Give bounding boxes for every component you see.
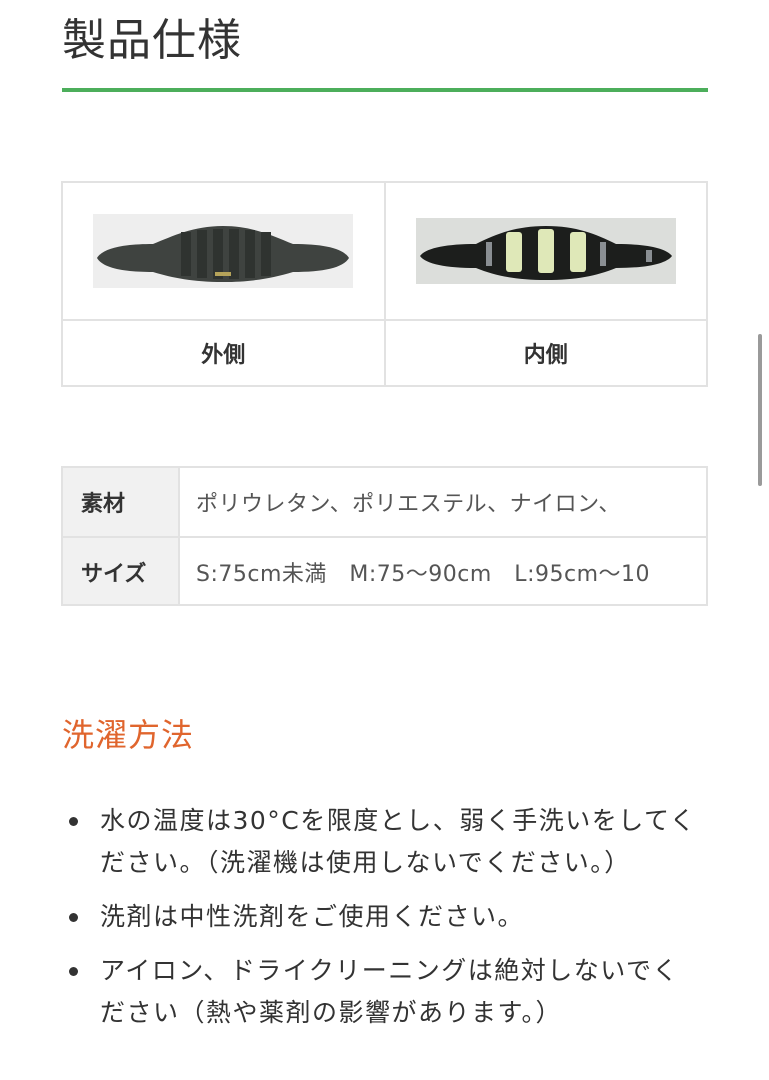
spec-row-material: 素材 ポリウレタン、ポリエステル、ナイロン、: [63, 468, 706, 537]
list-item-text: 水の温度は30°Cを限度とし、弱く手洗いをしてください。（洗濯機は使用しないでく…: [100, 806, 697, 877]
photo-cell-outer: [61, 181, 386, 321]
photo-cell-inner: [383, 181, 708, 321]
bullet-icon: [69, 817, 78, 826]
page-scrollbar[interactable]: [758, 334, 762, 486]
bullet-icon: [69, 967, 78, 976]
spec-table: 素材 ポリウレタン、ポリエステル、ナイロン、 サイズ S:75cm未満 M:75…: [63, 468, 706, 604]
list-item: 洗剤は中性洗剤をご使用ください。: [62, 896, 702, 938]
bullet-icon: [69, 913, 78, 922]
spec-table-scroll[interactable]: 素材 ポリウレタン、ポリエステル、ナイロン、 サイズ S:75cm未満 M:75…: [61, 466, 708, 606]
spec-value: S:75cm未満 M:75〜90cm L:95cm〜10: [179, 536, 706, 604]
belt-outer-photo: [93, 214, 354, 288]
title-divider: [62, 88, 708, 92]
caption-inner: 内側: [383, 319, 708, 387]
belt-inner-photo: [415, 218, 676, 284]
spec-label: サイズ: [63, 536, 180, 604]
caption-outer: 外側: [61, 319, 386, 387]
list-item-text: アイロン、ドライクリーニングは絶対しないでください（熱や薬剤の影響があります。）: [100, 956, 680, 1027]
washing-heading: 洗濯方法: [62, 716, 195, 754]
spec-row-size: サイズ S:75cm未満 M:75〜90cm L:95cm〜10: [63, 536, 706, 604]
washing-instructions-list: 水の温度は30°Cを限度とし、弱く手洗いをしてください。（洗濯機は使用しないでく…: [62, 800, 702, 1046]
list-item: アイロン、ドライクリーニングは絶対しないでください（熱や薬剤の影響があります。）: [62, 950, 702, 1034]
list-item-text: 洗剤は中性洗剤をご使用ください。: [100, 902, 525, 931]
spec-value: ポリウレタン、ポリエステル、ナイロン、: [196, 492, 621, 517]
product-photo-table: 外側 内側: [61, 181, 708, 387]
page-title: 製品仕様: [62, 15, 242, 66]
list-item: 水の温度は30°Cを限度とし、弱く手洗いをしてください。（洗濯機は使用しないでく…: [62, 800, 702, 884]
spec-label: 素材: [63, 468, 180, 537]
